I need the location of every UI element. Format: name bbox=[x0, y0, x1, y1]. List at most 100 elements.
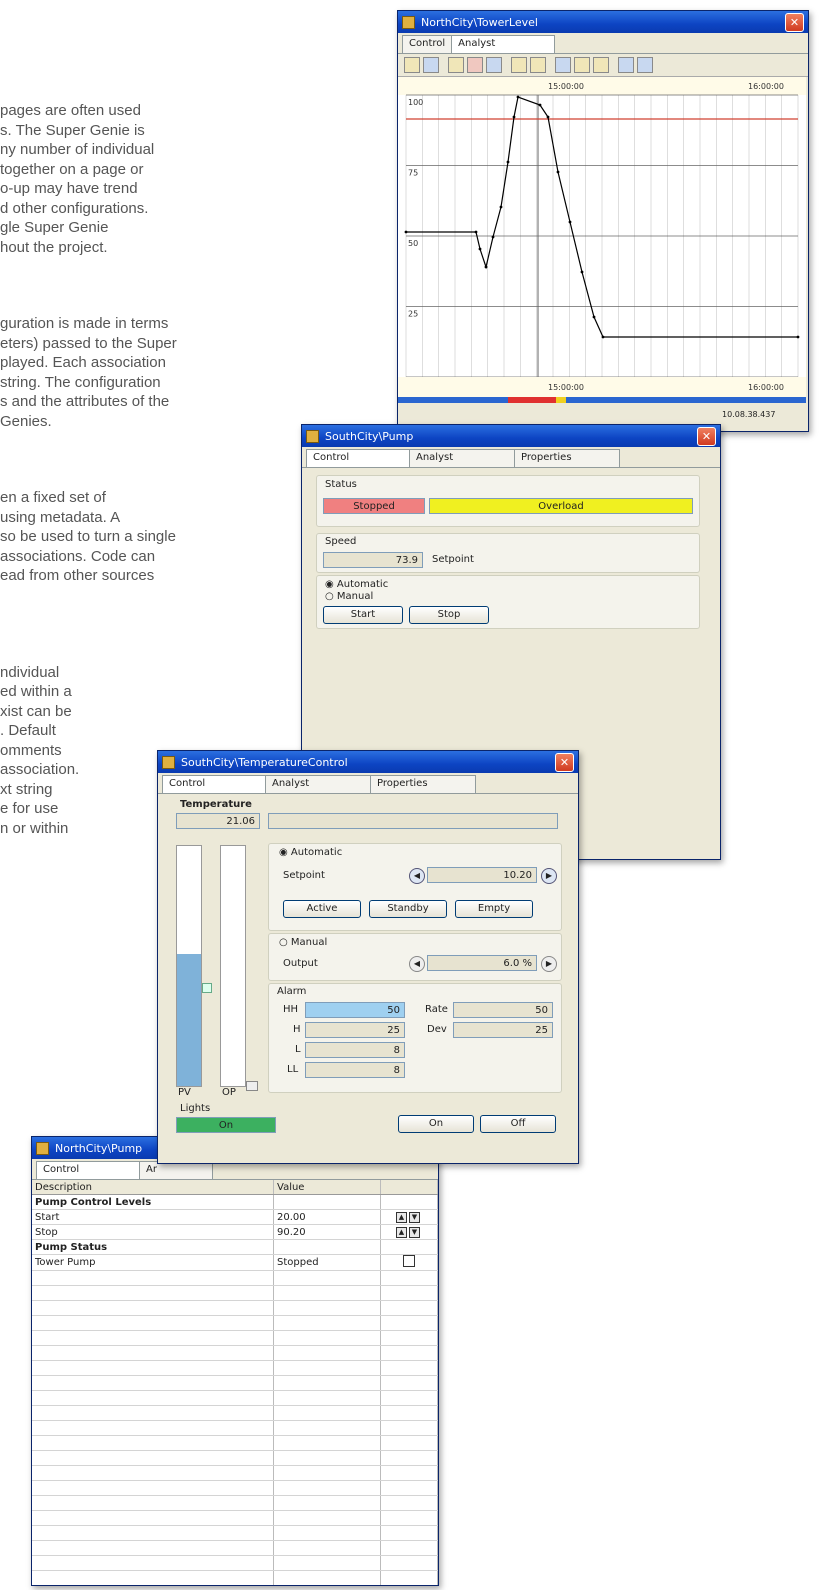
cell-value bbox=[273, 1360, 381, 1376]
cell-value bbox=[273, 1435, 381, 1451]
lights-on-button[interactable]: On bbox=[398, 1115, 474, 1133]
start-button[interactable]: Start bbox=[323, 606, 403, 624]
lights-off-button[interactable]: Off bbox=[480, 1115, 556, 1133]
setpoint-increase-button[interactable]: ▶ bbox=[541, 868, 557, 884]
tab-control[interactable]: Control bbox=[402, 35, 453, 53]
zoom-icon[interactable] bbox=[555, 57, 571, 73]
decrement-icon[interactable]: ▼ bbox=[409, 1227, 420, 1238]
temperature-window: SouthCity\TemperatureControl ✕ Control A… bbox=[157, 750, 579, 1164]
col-description[interactable]: Description bbox=[32, 1180, 274, 1195]
tab-analyst[interactable]: Analyst bbox=[409, 449, 515, 467]
tab-analyst[interactable]: Analyst bbox=[265, 775, 371, 793]
save-icon[interactable] bbox=[423, 57, 439, 73]
l-field[interactable]: 8 bbox=[305, 1042, 405, 1058]
output-field[interactable]: 6.0 % bbox=[427, 955, 537, 971]
op-marker[interactable] bbox=[246, 1081, 258, 1091]
open-icon[interactable] bbox=[404, 57, 420, 73]
cell-control[interactable]: ▲ ▼ bbox=[380, 1224, 438, 1240]
auto-radio[interactable]: ◉ Automatic bbox=[279, 847, 342, 858]
y-tick-label: 50 bbox=[408, 239, 418, 248]
tab-control[interactable]: Control bbox=[36, 1161, 140, 1179]
standby-button[interactable]: Standby bbox=[369, 900, 447, 918]
pen-alt-icon[interactable] bbox=[530, 57, 546, 73]
table-row bbox=[32, 1435, 438, 1451]
cell-value[interactable]: 20.00 bbox=[273, 1209, 381, 1225]
pv-bar-fill bbox=[177, 954, 201, 1086]
table-row[interactable]: Start 20.00 ▲ ▼ bbox=[32, 1209, 438, 1225]
auto-radio[interactable]: ◉ Automatic bbox=[325, 579, 388, 590]
pen-icon[interactable] bbox=[511, 57, 527, 73]
ll-field[interactable]: 8 bbox=[305, 1062, 405, 1078]
cell-control[interactable] bbox=[380, 1254, 438, 1271]
export-icon[interactable] bbox=[486, 57, 502, 73]
pv-marker[interactable] bbox=[202, 983, 212, 993]
close-icon[interactable]: ✕ bbox=[697, 426, 716, 446]
tab-properties[interactable]: Properties bbox=[514, 449, 620, 467]
tab-control[interactable]: Control bbox=[162, 775, 266, 793]
pump-titlebar[interactable]: SouthCity\Pump ✕ bbox=[302, 425, 720, 447]
h-field[interactable]: 25 bbox=[305, 1022, 405, 1038]
trend-plot[interactable]: 15:00:0016:00:00100755025015:00:0016:00:… bbox=[398, 77, 806, 427]
table-row[interactable]: Stop 90.20 ▲ ▼ bbox=[32, 1224, 438, 1240]
hh-field[interactable]: 50 bbox=[305, 1002, 405, 1018]
cell-control bbox=[380, 1465, 438, 1481]
close-icon[interactable]: ✕ bbox=[555, 752, 574, 772]
cell-control bbox=[380, 1239, 438, 1255]
table-row[interactable]: Pump Control Levels bbox=[32, 1194, 438, 1210]
trend-point bbox=[580, 270, 584, 274]
table-row[interactable]: Pump Status bbox=[32, 1239, 438, 1255]
time-label: 15:00:00 bbox=[548, 383, 584, 392]
output-decrease-button[interactable]: ◀ bbox=[409, 956, 425, 972]
cell-description: Tower Pump bbox=[32, 1254, 274, 1271]
app-icon bbox=[402, 15, 415, 29]
col-value[interactable]: Value bbox=[273, 1180, 381, 1195]
dev-label: Dev bbox=[427, 1024, 447, 1035]
table-row bbox=[32, 1525, 438, 1541]
cell-description bbox=[32, 1330, 274, 1346]
cell-description bbox=[32, 1525, 274, 1541]
setpoint-decrease-button[interactable]: ◀ bbox=[409, 868, 425, 884]
temp-titlebar[interactable]: SouthCity\TemperatureControl ✕ bbox=[158, 751, 578, 773]
trend-point bbox=[512, 115, 516, 119]
setpoint-field[interactable]: 10.20 bbox=[427, 867, 537, 883]
table-row bbox=[32, 1330, 438, 1346]
print-icon[interactable] bbox=[467, 57, 483, 73]
close-icon[interactable]: ✕ bbox=[785, 12, 804, 32]
copy-icon[interactable] bbox=[448, 57, 464, 73]
increment-icon[interactable]: ▲ bbox=[396, 1212, 407, 1223]
cell-value bbox=[273, 1510, 381, 1526]
stop-button[interactable]: Stop bbox=[409, 606, 489, 624]
checkbox[interactable] bbox=[403, 1255, 415, 1267]
manual-radio[interactable]: ○ Manual bbox=[325, 591, 373, 602]
time-label: 16:00:00 bbox=[748, 383, 784, 392]
trend-titlebar[interactable]: NorthCity\TowerLevel ✕ bbox=[398, 11, 808, 33]
app-icon bbox=[162, 755, 175, 769]
cell-control[interactable]: ▲ ▼ bbox=[380, 1209, 438, 1225]
output-increase-button[interactable]: ▶ bbox=[541, 956, 557, 972]
increment-icon[interactable]: ▲ bbox=[396, 1227, 407, 1238]
cell-value[interactable]: 90.20 bbox=[273, 1224, 381, 1240]
manual-radio[interactable]: ○ Manual bbox=[279, 937, 327, 948]
display-icon[interactable] bbox=[618, 57, 634, 73]
decrement-icon[interactable]: ▼ bbox=[409, 1212, 420, 1223]
tab-properties[interactable]: Properties bbox=[370, 775, 476, 793]
manual-radio-label: Manual bbox=[290, 937, 328, 948]
active-button[interactable]: Active bbox=[283, 900, 361, 918]
cell-control bbox=[380, 1495, 438, 1511]
dev-field[interactable]: 25 bbox=[453, 1022, 553, 1038]
tab-analyst[interactable]: Analyst bbox=[451, 35, 556, 53]
empty-button[interactable]: Empty bbox=[455, 900, 533, 918]
cursor-icon[interactable] bbox=[574, 57, 590, 73]
tab-control[interactable]: Control bbox=[306, 449, 410, 467]
cell-control bbox=[380, 1345, 438, 1361]
scale-icon[interactable] bbox=[593, 57, 609, 73]
cell-control bbox=[380, 1540, 438, 1556]
status-band bbox=[398, 397, 806, 403]
table-row[interactable]: Tower Pump Stopped bbox=[32, 1254, 438, 1271]
table-row bbox=[32, 1270, 438, 1286]
rate-field[interactable]: 50 bbox=[453, 1002, 553, 1018]
y-tick-label: 100 bbox=[408, 98, 423, 107]
properties-icon[interactable] bbox=[637, 57, 653, 73]
trend-point bbox=[568, 220, 572, 224]
cell-value bbox=[273, 1315, 381, 1331]
